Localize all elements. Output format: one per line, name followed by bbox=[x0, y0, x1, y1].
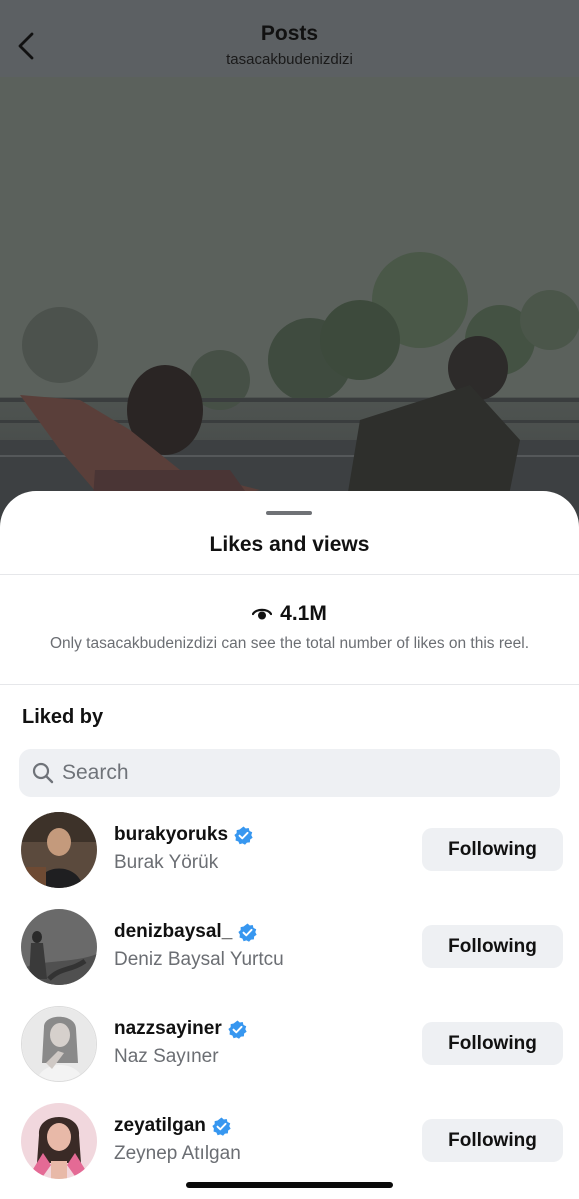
sheet-grabber[interactable] bbox=[266, 511, 312, 515]
following-button[interactable]: Following bbox=[422, 1119, 563, 1162]
following-button[interactable]: Following bbox=[422, 828, 563, 871]
list-item[interactable]: zeyatilgan Zeynep Atılgan Following bbox=[0, 1103, 579, 1183]
avatar[interactable] bbox=[21, 909, 97, 985]
verified-badge-icon bbox=[228, 1019, 247, 1039]
avatar[interactable] bbox=[21, 1103, 97, 1179]
list-item[interactable]: nazzsayiner Naz Sayıner Following bbox=[0, 1006, 579, 1086]
divider bbox=[0, 574, 579, 575]
eye-icon bbox=[252, 608, 273, 620]
verified-badge-icon bbox=[212, 1116, 231, 1136]
views-count: 4.1M bbox=[280, 602, 327, 625]
views-note: Only tasacakbudenizdizi can see the tota… bbox=[49, 635, 530, 652]
user-full-name: Deniz Baysal Yurtcu bbox=[114, 949, 284, 970]
page-subtitle: tasacakbudenizdizi bbox=[226, 51, 353, 68]
user-full-name: Naz Sayıner bbox=[114, 1046, 219, 1067]
following-button[interactable]: Following bbox=[422, 925, 563, 968]
search-icon bbox=[32, 762, 54, 784]
sheet-title: Likes and views bbox=[209, 533, 370, 556]
list-item[interactable]: burakyoruks Burak Yörük Following bbox=[0, 812, 579, 892]
search-input[interactable] bbox=[62, 761, 532, 785]
avatar[interactable] bbox=[21, 1006, 97, 1082]
views-summary: 4.1M bbox=[0, 602, 579, 626]
post-image bbox=[0, 77, 579, 540]
list-item[interactable]: denizbaysal_ Deniz Baysal Yurtcu Followi… bbox=[0, 909, 579, 989]
divider bbox=[0, 684, 579, 685]
user-full-name: Burak Yörük bbox=[114, 852, 219, 873]
avatar[interactable] bbox=[21, 812, 97, 888]
liked-by-heading: Liked by bbox=[22, 706, 104, 728]
user-handle[interactable]: denizbaysal_ bbox=[114, 921, 232, 943]
user-handle[interactable]: nazzsayiner bbox=[114, 1018, 222, 1040]
post-media bbox=[0, 0, 579, 540]
top-bar: Posts tasacakbudenizdizi bbox=[0, 0, 579, 77]
user-handle[interactable]: zeyatilgan bbox=[114, 1115, 206, 1137]
home-indicator[interactable] bbox=[186, 1182, 393, 1188]
search-bar[interactable] bbox=[19, 749, 560, 797]
following-button[interactable]: Following bbox=[422, 1022, 563, 1065]
page-title: Posts bbox=[260, 22, 319, 45]
user-full-name: Zeynep Atılgan bbox=[114, 1143, 241, 1164]
user-handle[interactable]: burakyoruks bbox=[114, 824, 228, 846]
likes-sheet: Likes and views 4.1M Only tasacakbudeniz… bbox=[0, 491, 579, 1199]
verified-badge-icon bbox=[234, 825, 253, 845]
verified-badge-icon bbox=[238, 922, 257, 942]
